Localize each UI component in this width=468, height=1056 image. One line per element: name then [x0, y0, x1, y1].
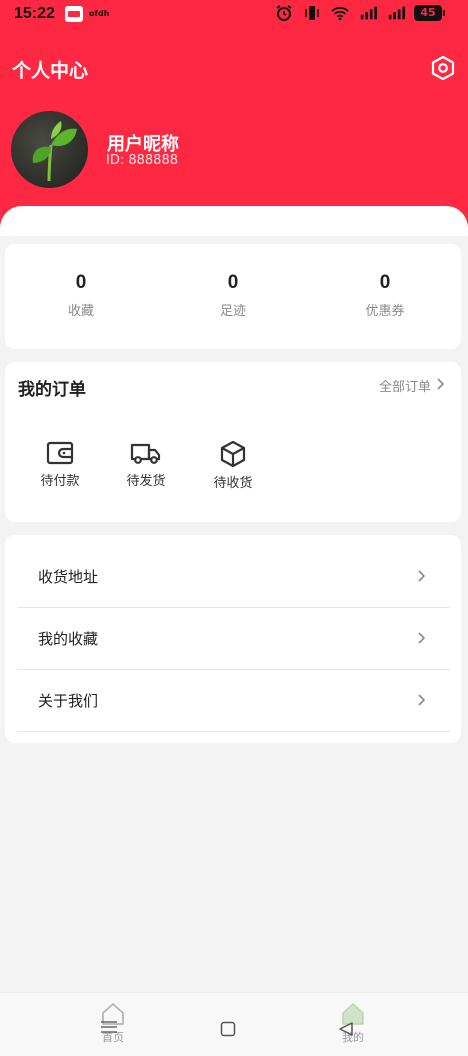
chevron-right-icon — [435, 377, 445, 394]
status-time: 15:22 — [14, 5, 55, 22]
stats-card: 0 收藏 0 足迹 0 优惠券 — [5, 244, 461, 349]
menu-item-label: 收货地址 — [38, 568, 99, 586]
status-bar: 15:22 ofdh 45 — [0, 0, 468, 30]
stat-label: 收藏 — [67, 304, 94, 319]
stat-label: 优惠券 — [365, 304, 405, 319]
stat-value: 0 — [227, 272, 239, 293]
menu-icon[interactable] — [100, 1019, 118, 1038]
stat-value: 0 — [75, 272, 87, 293]
page-title: 个人中心 — [12, 60, 89, 82]
order-pending-receipt[interactable]: 待收货 — [203, 440, 263, 491]
order-label: 待付款 — [40, 474, 80, 489]
alarm-icon — [274, 4, 294, 22]
order-label: 待收货 — [213, 476, 253, 491]
all-orders-label: 全部订单 — [378, 380, 431, 395]
user-id: ID: 888888 — [106, 153, 178, 168]
chevron-right-icon — [416, 692, 426, 711]
wallet-icon — [30, 440, 90, 466]
stat-label: 足迹 — [219, 304, 246, 319]
menu-item-label: 关于我们 — [38, 692, 99, 710]
vibrate-icon — [302, 4, 322, 22]
chevron-right-icon — [416, 630, 426, 649]
all-orders-link[interactable]: 全部订单 — [379, 376, 445, 395]
signal-icon-2 — [386, 4, 406, 22]
battery-indicator: 45 — [414, 5, 445, 21]
status-mini-text: ofdh — [89, 9, 110, 18]
menu-item-address[interactable]: 收货地址 — [17, 546, 450, 608]
order-pending-payment[interactable]: 待付款 — [30, 440, 90, 489]
order-pending-shipment[interactable]: 待发货 — [116, 440, 176, 489]
menu-item-about[interactable]: 关于我们 — [17, 670, 450, 732]
box-icon — [203, 440, 263, 468]
status-icons: 45 — [274, 4, 445, 22]
square-nav-icon[interactable] — [220, 1021, 236, 1041]
wifi-icon — [330, 4, 350, 22]
profile-header — [0, 0, 468, 230]
order-label: 待发货 — [126, 474, 166, 489]
stat-favorites[interactable]: 0 收藏 — [21, 272, 141, 319]
settings-icon[interactable] — [430, 55, 456, 81]
bottom-tab-bar: 首页 我的 — [0, 992, 468, 1056]
stat-history[interactable]: 0 足迹 — [173, 272, 293, 319]
chevron-right-icon — [416, 568, 426, 587]
stat-value: 0 — [379, 272, 391, 293]
orders-title: 我的订单 — [18, 380, 86, 400]
avatar[interactable] — [11, 111, 88, 188]
signal-icon — [358, 4, 378, 22]
menu-item-label: 我的收藏 — [38, 630, 99, 648]
back-triangle-icon[interactable] — [338, 1021, 354, 1041]
truck-icon — [116, 440, 176, 466]
menu-card: 收货地址 我的收藏 关于我们 — [5, 535, 461, 743]
orders-card: 我的订单 全部订单 待付款 待发货 待收货 — [5, 362, 461, 522]
stat-coupons[interactable]: 0 优惠券 — [325, 272, 445, 319]
header-curve — [0, 206, 468, 236]
menu-item-favorites[interactable]: 我的收藏 — [17, 608, 450, 670]
app-notification-icon — [65, 6, 83, 22]
